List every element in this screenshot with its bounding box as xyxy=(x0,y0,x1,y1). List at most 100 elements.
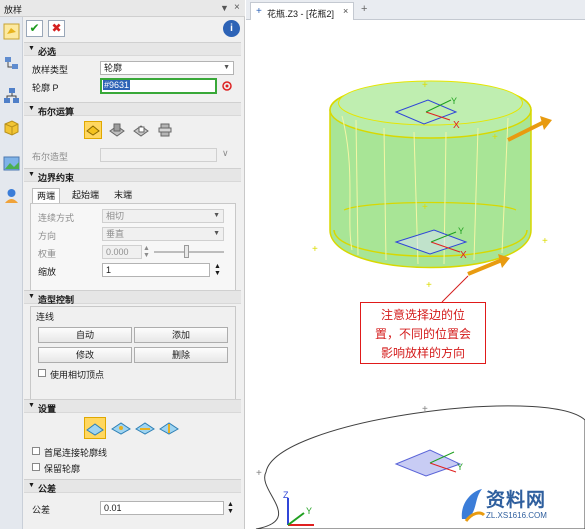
use-tangent-vertex-checkbox[interactable] xyxy=(38,369,46,377)
setting-option-2-icon[interactable] xyxy=(110,417,132,439)
axis-label-x: X xyxy=(453,120,460,131)
use-tangent-vertex-label: 使用相切顶点 xyxy=(50,370,105,380)
svg-text:+: + xyxy=(312,244,318,255)
boolean-intersect-icon[interactable] xyxy=(156,121,174,139)
panel-titlebar: 放样 ▼ × xyxy=(0,0,245,17)
tab-both-ends[interactable]: 两端 xyxy=(32,188,61,203)
note-pointer xyxy=(441,275,469,303)
keep-profile-label: 保留轮廓 xyxy=(44,464,81,474)
join-ends-checkbox[interactable] xyxy=(32,447,40,455)
watermark: 资料网 ZL.XS1616.COM xyxy=(458,485,584,527)
axis-label-y4: Y xyxy=(306,506,312,516)
panel-title: 放样 xyxy=(4,5,23,15)
cancel-x-icon[interactable]: ✖ xyxy=(48,20,65,37)
loft-panel: 放样 ▼ × ✔ ✖ i ▼ 必选 放样类型 轮廓 ▼ 轮廓 P #9631 ▼… xyxy=(0,0,245,529)
3d-scene[interactable]: X Y X Y +++ +++ + + Y Z Y xyxy=(246,20,585,529)
tolerance-label: 公差 xyxy=(32,505,51,515)
boolean-shape-field[interactable] xyxy=(100,148,217,162)
axis-label-y2: Y xyxy=(458,226,464,236)
setting-option-1-icon[interactable] xyxy=(84,417,106,439)
axis-label-y3: Y xyxy=(457,462,463,472)
annotation-note: 注意选择边的位 置，不同的位置会 影响放样的方向 xyxy=(360,302,486,364)
chevron-down-icon: ▼ xyxy=(213,212,220,219)
scale-label: 缩放 xyxy=(38,267,57,277)
collapse-triangle-icon: ▼ xyxy=(28,482,35,489)
direction-select[interactable]: 垂直 ▼ xyxy=(102,227,224,241)
axis-label-x2: X xyxy=(460,250,467,261)
tree-icon[interactable] xyxy=(3,55,20,72)
weight-spinner-icon[interactable]: ▲ ▼ xyxy=(143,245,150,259)
tolerance-field[interactable]: 0.01 xyxy=(100,501,224,515)
weight-slider-thumb[interactable] xyxy=(184,245,189,258)
keep-profile-checkbox[interactable] xyxy=(32,463,40,471)
info-icon[interactable]: i xyxy=(223,20,240,37)
auto-button[interactable]: 自动 xyxy=(38,327,132,343)
profile-field[interactable]: #9631 xyxy=(100,78,217,94)
close-icon[interactable]: × xyxy=(343,6,348,16)
weight-slider-track[interactable] xyxy=(154,251,224,253)
section-shape-control[interactable]: ▼ 造型控制 xyxy=(24,290,241,305)
connect-mode-label: 连续方式 xyxy=(38,213,75,223)
loft-type-select[interactable]: 轮廓 ▼ xyxy=(100,61,234,75)
panel-content: ✔ ✖ i ▼ 必选 放样类型 轮廓 ▼ 轮廓 P #9631 ▼ 布尔运算 布… xyxy=(24,17,244,529)
modify-button[interactable]: 修改 xyxy=(38,347,132,363)
section-boundary[interactable]: ▼ 边界约束 xyxy=(24,168,241,183)
scale-field[interactable]: 1 xyxy=(102,263,210,277)
direction-label: 方向 xyxy=(38,231,57,241)
collapse-triangle-icon: ▼ xyxy=(28,105,35,112)
watermark-logo-icon xyxy=(461,489,486,522)
boolean-base-icon[interactable] xyxy=(84,121,102,139)
section-tolerance[interactable]: ▼ 公差 xyxy=(24,479,241,494)
section-required[interactable]: ▼ 必选 xyxy=(24,42,241,57)
vertical-toolbar xyxy=(0,17,23,529)
weight-field[interactable]: 0.000 xyxy=(102,245,142,259)
axis-label-z: Z xyxy=(283,490,289,500)
svg-text:+: + xyxy=(492,132,498,143)
tolerance-spinner-icon[interactable]: ▲ ▼ xyxy=(227,501,234,515)
collapse-triangle-icon: ▼ xyxy=(28,293,35,300)
section-settings[interactable]: ▼ 设置 xyxy=(24,399,241,414)
connect-mode-select[interactable]: 相切 ▼ xyxy=(102,209,224,223)
document-tab[interactable]: + 花瓶.Z3 - [花瓶2] × xyxy=(250,2,354,20)
setting-option-3-icon[interactable] xyxy=(134,417,156,439)
hierarchy-icon[interactable] xyxy=(3,87,20,104)
chevron-down-icon: ▼ xyxy=(213,230,220,237)
section-boolean[interactable]: ▼ 布尔运算 xyxy=(24,102,241,117)
pin-icon[interactable]: ▼ xyxy=(220,3,229,13)
pick-target-icon[interactable] xyxy=(221,80,233,92)
delete-button[interactable]: 删除 xyxy=(134,347,228,363)
profile-label: 轮廓 P xyxy=(32,83,59,93)
add-button[interactable]: 添加 xyxy=(134,327,228,343)
tab-start-end[interactable]: 起始端 xyxy=(68,188,103,203)
close-icon[interactable]: × xyxy=(234,2,240,13)
boolean-add-icon[interactable] xyxy=(108,121,126,139)
boolean-shape-label: 布尔造型 xyxy=(32,152,69,162)
axis-label-y: Y xyxy=(451,96,457,106)
svg-text:+: + xyxy=(256,468,262,479)
loft-type-label: 放样类型 xyxy=(32,65,69,75)
svg-text:+: + xyxy=(422,404,428,415)
user-icon[interactable] xyxy=(3,187,20,204)
collapse-triangle-icon: ▼ xyxy=(28,45,35,52)
loft-tool-icon[interactable] xyxy=(3,23,20,40)
connect-line-label: 连线 xyxy=(36,312,55,322)
check-icon[interactable]: ✔ xyxy=(26,20,43,37)
setting-option-4-icon[interactable] xyxy=(158,417,180,439)
join-ends-label: 首尾连接轮廓线 xyxy=(44,448,108,458)
svg-text:+: + xyxy=(422,202,428,213)
document-tab-bar: + 花瓶.Z3 - [花瓶2] × + xyxy=(246,0,585,20)
boolean-subtract-icon[interactable] xyxy=(132,121,150,139)
cube-icon[interactable] xyxy=(3,119,20,136)
weight-label: 权重 xyxy=(38,249,57,259)
graphics-viewport[interactable]: + 花瓶.Z3 - [花瓶2] × + X Y X Y + + + + + + … xyxy=(246,0,585,529)
svg-text:+: + xyxy=(542,236,548,247)
axis-triad: Z Y xyxy=(283,490,314,526)
collapse-triangle-icon: ▼ xyxy=(28,171,35,178)
svg-text:+: + xyxy=(426,280,432,291)
image-icon[interactable] xyxy=(3,155,20,172)
tab-end[interactable]: 末端 xyxy=(110,188,136,203)
chevron-down-icon: ▼ xyxy=(223,64,230,71)
expand-icon[interactable]: ∨ xyxy=(222,148,229,159)
new-tab-button[interactable]: + xyxy=(361,3,367,15)
scale-spinner-icon[interactable]: ▲ ▼ xyxy=(214,263,221,277)
